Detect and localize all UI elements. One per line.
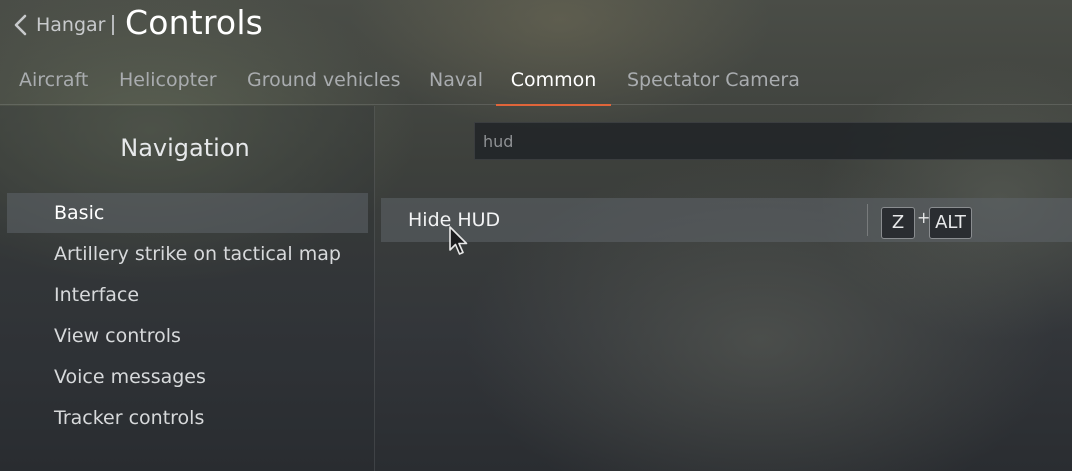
mouse-cursor-icon <box>449 226 468 255</box>
tab-aircraft[interactable]: Aircraft <box>19 60 88 105</box>
back-label: Hangar <box>36 14 106 36</box>
header: Hangar Controls <box>0 0 1072 50</box>
page-title: Controls <box>125 3 264 42</box>
nav-item-tracker-controls[interactable]: Tracker controls <box>7 398 368 438</box>
tab-naval[interactable]: Naval <box>429 60 483 105</box>
title-separator <box>112 15 114 35</box>
nav-item-view-controls[interactable]: View controls <box>7 316 368 356</box>
chevron-left-icon <box>14 14 27 36</box>
tab-bar: Aircraft Helicopter Ground vehicles Nava… <box>0 60 1072 106</box>
control-row-hide-hud[interactable]: Hide HUD Z + ALT <box>381 198 1072 242</box>
search-input[interactable] <box>475 123 1072 159</box>
tab-common[interactable]: Common <box>496 60 611 106</box>
key-z[interactable]: Z <box>881 207 915 239</box>
nav-item-basic[interactable]: Basic <box>7 193 368 233</box>
nav-item-artillery-strike[interactable]: Artillery strike on tactical map <box>7 234 368 274</box>
back-button[interactable]: Hangar <box>12 10 106 40</box>
tab-helicopter[interactable]: Helicopter <box>119 60 217 105</box>
key-alt[interactable]: ALT <box>929 207 972 239</box>
navigation-title: Navigation <box>120 134 250 162</box>
navigation-panel: Navigation Basic Artillery strike on tac… <box>0 106 375 471</box>
nav-item-interface[interactable]: Interface <box>7 275 368 315</box>
search-box <box>474 122 1072 160</box>
row-divider <box>867 204 868 236</box>
tab-spectator-camera[interactable]: Spectator Camera <box>627 60 800 105</box>
nav-item-voice-messages[interactable]: Voice messages <box>7 357 368 397</box>
tab-ground-vehicles[interactable]: Ground vehicles <box>247 60 401 105</box>
